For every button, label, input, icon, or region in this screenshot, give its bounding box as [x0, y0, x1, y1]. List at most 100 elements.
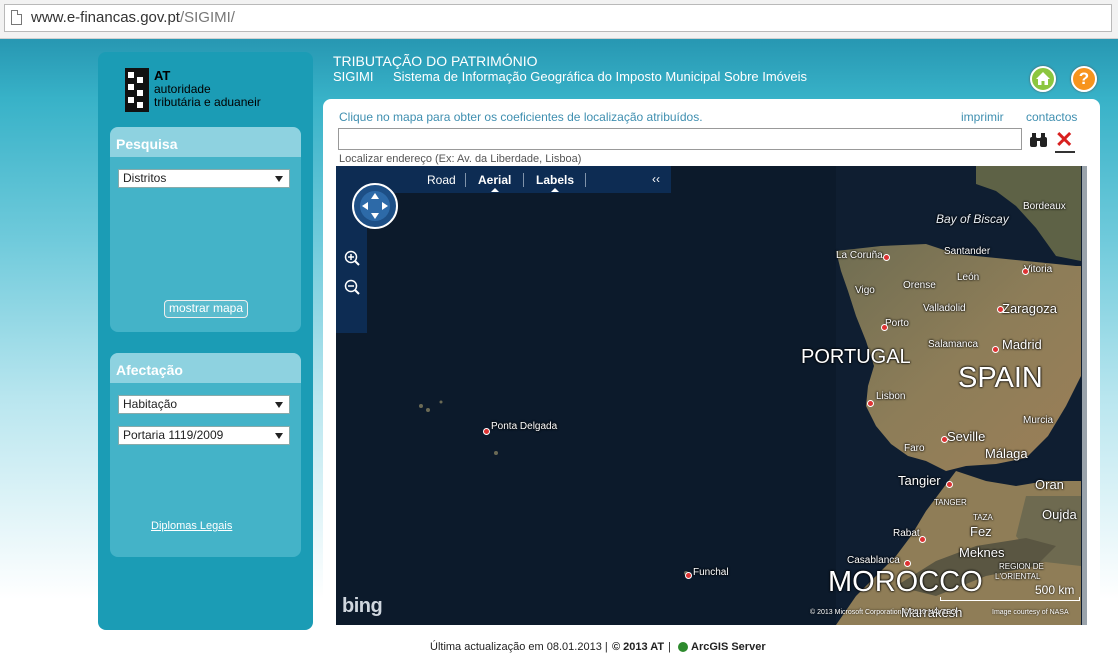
city-marker — [997, 306, 1004, 313]
city-marker — [919, 536, 926, 543]
at-logo[interactable]: AT autoridade tributária e aduaneir — [125, 66, 285, 114]
map-label-porto: Porto — [885, 318, 909, 329]
affectation-select-value: Habitação — [123, 397, 178, 411]
map-label-ponta-delgada: Ponta Delgada — [491, 421, 558, 432]
map-label-bordeaux: Bordeaux — [1023, 201, 1066, 212]
map-label-lisbon: Lisbon — [876, 391, 906, 402]
url-text[interactable]: www.e-financas.gov.pt/SIGIMI/ — [31, 9, 235, 26]
city-marker — [1022, 268, 1029, 275]
collapse-nav-button[interactable]: ‹‹ — [652, 172, 660, 186]
map-label-bay-of-biscay: Bay of Biscay — [936, 212, 1009, 226]
arcgis-globe-icon — [678, 642, 688, 652]
binoculars-icon[interactable] — [1029, 132, 1048, 148]
map-label-vigo: Vigo — [855, 285, 875, 296]
map-label-rabat: Rabat — [893, 528, 920, 539]
city-marker — [946, 481, 953, 488]
pesquisa-panel: Pesquisa Distritos mostrar mapa — [110, 127, 301, 332]
affectation-select[interactable]: Habitação — [118, 395, 290, 414]
contacts-link[interactable]: contactos — [1026, 110, 1077, 124]
map-label-funchal: Funchal — [693, 567, 729, 578]
show-map-button[interactable]: mostrar mapa — [164, 300, 248, 318]
at-logo-icon — [125, 68, 149, 112]
logo-at-text: AT — [154, 68, 171, 83]
map-scale-bar — [940, 597, 1080, 601]
map-image-credit: Image courtesy of NASA — [992, 609, 1069, 616]
map-label-valladolid: Valladolid — [923, 303, 966, 314]
map-scrollbar[interactable] — [1082, 166, 1087, 625]
page-icon — [11, 10, 22, 25]
map-label-spain: SPAIN — [958, 362, 1043, 394]
chevron-down-icon — [275, 433, 283, 439]
address-hint: Localizar endereço (Ex: Av. da Liberdade… — [339, 153, 582, 165]
map-label-madrid: Madrid — [1002, 337, 1042, 352]
distritos-select[interactable]: Distritos — [118, 169, 290, 188]
road-view-button[interactable]: Road — [427, 173, 456, 187]
pesquisa-title: Pesquisa — [110, 127, 301, 157]
footer-arcgis: ArcGIS Server — [691, 641, 766, 653]
map-label-portugal: PORTUGAL — [801, 346, 911, 368]
city-marker — [867, 400, 874, 407]
portaria-select[interactable]: Portaria 1119/2009 — [118, 426, 290, 445]
footer-last-update: Última actualização em 08.01.2013 | — [430, 641, 608, 653]
afectacao-panel: Afectação Habitação Portaria 1119/2009 D… — [110, 353, 301, 557]
map-scale-label: 500 km — [1035, 583, 1075, 597]
address-search-input[interactable] — [338, 128, 1022, 150]
app-name: SIGIMI — [333, 69, 374, 84]
map-label-murcia: Murcia — [1023, 415, 1054, 426]
map-label-seville: Seville — [947, 429, 986, 444]
nav-separator — [465, 173, 466, 187]
labels-active-indicator — [551, 188, 559, 192]
aerial-active-indicator — [491, 188, 499, 192]
app-description: Sistema de Informação Geográfica do Impo… — [393, 69, 808, 84]
diplomas-legais-link[interactable]: Diplomas Legais — [151, 520, 232, 532]
nav-separator — [585, 173, 586, 187]
logo-line1: autoridade — [154, 82, 211, 96]
aerial-view-button[interactable]: Aerial — [478, 173, 511, 187]
map-label-faro: Faro — [904, 443, 925, 454]
browser-address-bar: www.e-financas.gov.pt/SIGIMI/ — [0, 0, 1118, 39]
map-label-l-oriental: L'ORIENTAL — [995, 572, 1041, 581]
map-copyright: © 2013 Microsoft Corporation © 2010 NAVT… — [810, 609, 957, 616]
map-label-tanger-region: TANGER — [934, 498, 967, 507]
map-label-meknes: Meknes — [959, 545, 1005, 560]
labels-toggle-button[interactable]: Labels — [536, 173, 574, 187]
map-label-santander: Santander — [944, 246, 991, 257]
city-marker — [881, 324, 888, 331]
logo-line2: tributária e aduaneir — [154, 95, 261, 109]
zoom-in-icon[interactable] — [344, 250, 360, 266]
nav-separator — [523, 173, 524, 187]
pan-compass-icon[interactable] — [352, 183, 398, 229]
page-title: TRIBUTAÇÃO DO PATRIMÓNIO — [333, 53, 538, 69]
home-button[interactable] — [1030, 66, 1056, 92]
map-label-malaga: Málaga — [985, 446, 1028, 461]
url-box[interactable]: www.e-financas.gov.pt/SIGIMI/ — [4, 4, 1112, 32]
map-label-zaragoza: Zaragoza — [1002, 301, 1057, 316]
map-label-la-coruna: La Coruña — [836, 250, 883, 261]
map-label-oujda: Oujda — [1042, 507, 1077, 522]
url-domain: www.e-financas.gov.pt — [31, 9, 180, 26]
chevron-down-icon — [275, 176, 283, 182]
city-marker — [685, 572, 692, 579]
map-label-region-de: REGION DE — [999, 562, 1044, 571]
city-marker — [883, 254, 890, 261]
map-label-taza-region: TAZA — [973, 513, 993, 522]
map-label-oran: Oran — [1035, 477, 1064, 492]
map-label-leon: León — [957, 272, 980, 283]
map-label-tangier: Tangier — [898, 473, 941, 488]
map-view[interactable]: Road Aerial Labels ‹‹ Bay of Biscay Bord… — [336, 166, 1087, 625]
map-instruction: Clique no mapa para obter os coeficiente… — [339, 110, 703, 124]
zoom-out-icon[interactable] — [344, 279, 360, 295]
clear-search-icon[interactable]: ✕ — [1055, 129, 1076, 153]
city-marker — [483, 428, 490, 435]
help-button[interactable]: ? — [1071, 66, 1097, 92]
portaria-select-value: Portaria 1119/2009 — [123, 428, 224, 442]
distritos-select-value: Distritos — [123, 171, 167, 185]
footer-copyright: © 2013 AT — [612, 641, 665, 653]
map-label-casablanca: Casablanca — [847, 555, 900, 566]
print-link[interactable]: imprimir — [961, 110, 1004, 124]
map-label-salamanca: Salamanca — [928, 339, 979, 350]
map-label-morocco: MOROCCO — [828, 566, 983, 598]
map-label-orense: Orense — [903, 280, 936, 291]
footer-separator: | — [668, 641, 671, 653]
city-marker — [992, 346, 999, 353]
